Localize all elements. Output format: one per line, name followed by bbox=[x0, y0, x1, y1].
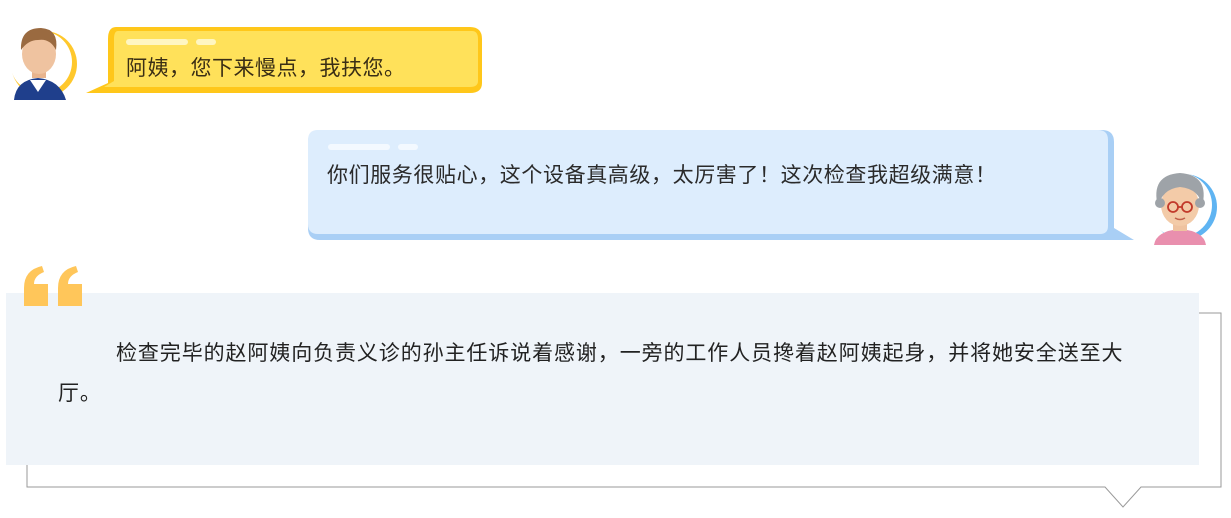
patient-speech-text: 你们服务很贴心，这个设备真高级，太厉害了！这次检查我超级满意！ bbox=[327, 163, 997, 187]
narration-text: 检查完毕的赵阿姨向负责义诊的孙主任诉说着感谢，一旁的工作人员搀着赵阿姨起身，并将… bbox=[58, 341, 1124, 405]
staff-avatar bbox=[8, 20, 80, 100]
staff-speech-text: 阿姨，您下来慢点，我扶您。 bbox=[126, 56, 406, 80]
quote-mark-icon bbox=[20, 262, 92, 314]
patient-avatar bbox=[1140, 165, 1220, 245]
